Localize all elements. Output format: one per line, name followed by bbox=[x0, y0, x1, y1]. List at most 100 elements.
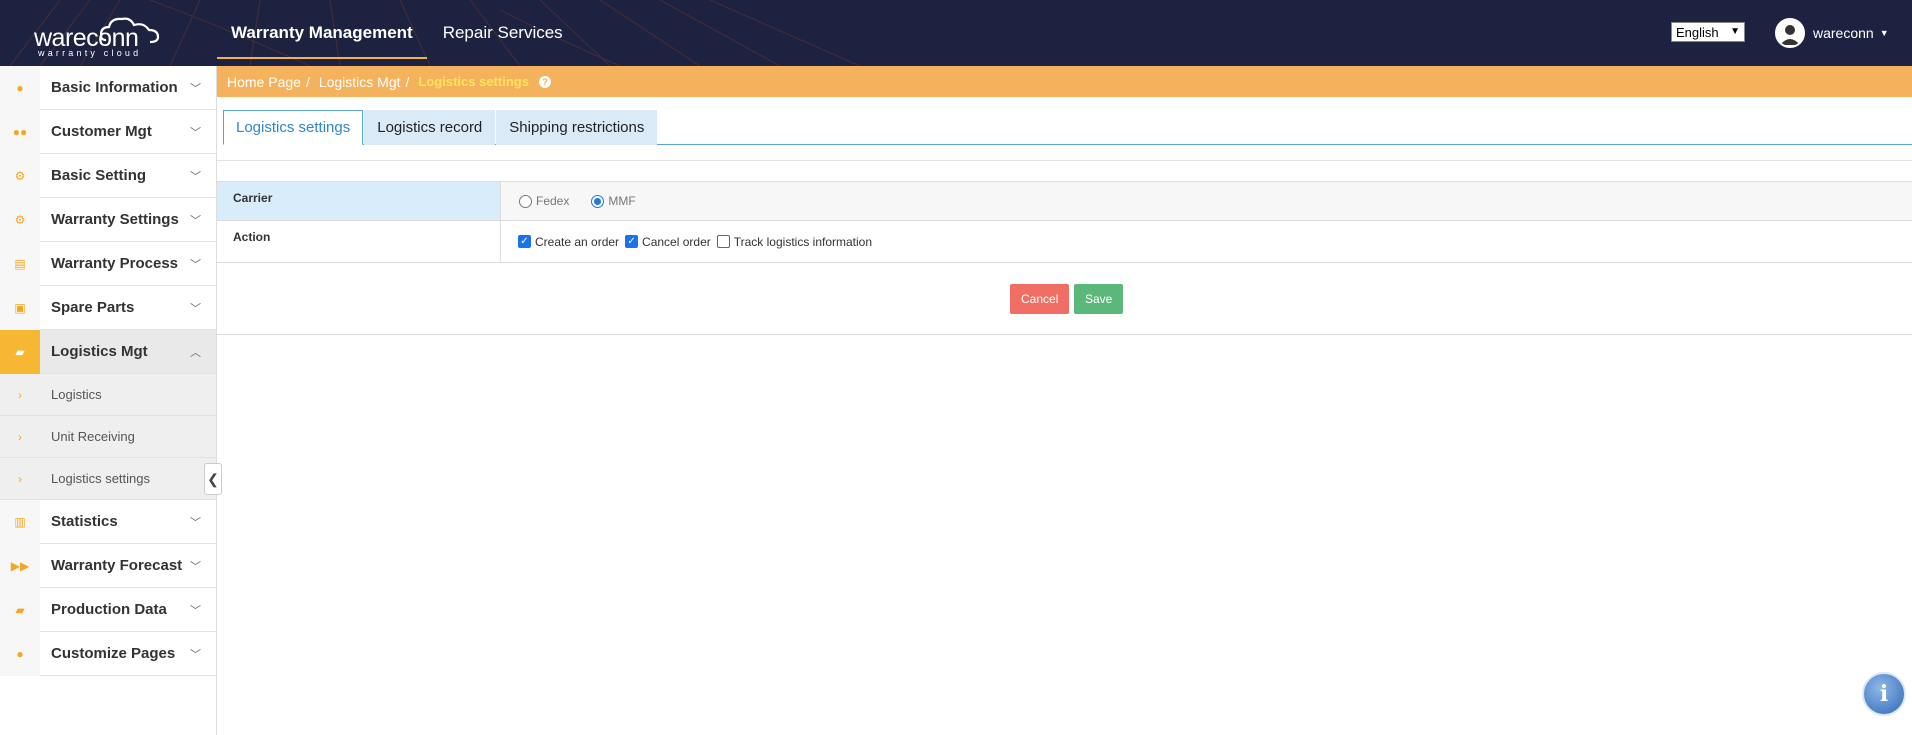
sidebar-item-production-data[interactable]: ▰ Production Data ﹀ bbox=[0, 587, 216, 632]
chevron-down-icon: ﹀ bbox=[190, 303, 201, 315]
breadcrumb-logistics-mgt[interactable]: Logistics Mgt bbox=[319, 74, 401, 90]
logistics-settings-form: Carrier Fedex MMF Action ✓ Create an ord… bbox=[217, 181, 1912, 263]
sidebar-item-label: Warranty Forecast bbox=[51, 557, 183, 574]
chevron-right-icon: › bbox=[18, 429, 22, 444]
sidebar-collapse-button[interactable]: ❮ bbox=[204, 463, 222, 495]
breadcrumb: Home Page / Logistics Mgt / Logistics se… bbox=[217, 66, 1912, 97]
radio-fedex[interactable] bbox=[519, 194, 532, 208]
sidebar-subitem-logistics[interactable]: › Logistics bbox=[0, 374, 216, 416]
chevron-down-icon: ﹀ bbox=[190, 127, 201, 139]
sidebar-item-spare-parts[interactable]: ▣ Spare Parts ﹀ bbox=[0, 285, 216, 330]
carrier-label: Carrier bbox=[217, 182, 501, 220]
cogs-icon: ⚙ bbox=[0, 153, 40, 198]
user-menu[interactable]: wareconn ▼ bbox=[1775, 18, 1889, 48]
nav-repair-services[interactable]: Repair Services bbox=[429, 0, 577, 66]
select-caret-icon: ▼ bbox=[1730, 26, 1740, 37]
language-value: English bbox=[1676, 24, 1719, 40]
sidebar-item-warranty-forecast[interactable]: ▶▶ Warranty Forecast ﹀ bbox=[0, 543, 216, 588]
user-name: wareconn bbox=[1813, 25, 1874, 41]
action-label: Action bbox=[217, 221, 501, 262]
nav-warranty-management[interactable]: Warranty Management bbox=[217, 0, 427, 66]
sidebar-item-label: Spare Parts bbox=[51, 299, 135, 316]
sidebar-subitem-label: Unit Receiving bbox=[51, 429, 135, 444]
sidebar-item-label: Production Data bbox=[51, 601, 167, 618]
sidebar-item-label: Warranty Process bbox=[51, 255, 179, 272]
info-icon[interactable]: i bbox=[1862, 672, 1906, 716]
chevron-right-icon: › bbox=[18, 387, 22, 402]
sidebar-item-customer-mgt[interactable]: ●● Customer Mgt ﹀ bbox=[0, 109, 216, 154]
sidebar-item-customize-pages[interactable]: ● Customize Pages ﹀ bbox=[0, 631, 216, 676]
breadcrumb-separator: / bbox=[305, 73, 310, 90]
action-options: ✓ Create an order ✓ Cancel order Track l… bbox=[501, 221, 1912, 262]
chevron-up-icon: ︿ bbox=[190, 347, 201, 359]
action-create-order[interactable]: ✓ Create an order bbox=[518, 235, 619, 249]
chevron-down-icon: ﹀ bbox=[190, 649, 201, 661]
sidebar-item-logistics-mgt[interactable]: ▰ Logistics Mgt ︿ bbox=[0, 329, 216, 374]
form-actions: Cancel Save bbox=[217, 264, 1912, 335]
sidebar-item-label: Basic Information bbox=[51, 79, 178, 96]
carrier-options: Fedex MMF bbox=[501, 182, 1912, 220]
radio-mmf[interactable] bbox=[591, 194, 605, 208]
sidebar-item-label: Basic Setting bbox=[51, 167, 147, 184]
chevron-down-icon: ﹀ bbox=[190, 561, 201, 573]
cancel-button[interactable]: Cancel bbox=[1010, 284, 1070, 314]
gear-icon: ⚙ bbox=[0, 197, 40, 242]
document-icon: ▤ bbox=[0, 241, 40, 286]
chevron-down-icon: ﹀ bbox=[190, 171, 201, 183]
breadcrumb-separator: / bbox=[405, 73, 410, 90]
sidebar-subitem-logistics-settings[interactable]: › Logistics settings bbox=[0, 458, 216, 500]
checkbox-label: Create an order bbox=[535, 234, 620, 249]
sidebar-item-label: Customer Mgt bbox=[51, 123, 152, 140]
sidebar-item-basic-information[interactable]: ● Basic Information ﹀ bbox=[0, 65, 216, 110]
checkbox-cancel-order[interactable]: ✓ bbox=[625, 235, 639, 248]
users-icon: ●● bbox=[0, 109, 40, 154]
checkbox-label: Cancel order bbox=[642, 234, 711, 249]
sidebar-item-label: Warranty Settings bbox=[51, 211, 179, 228]
carrier-option-fedex[interactable]: Fedex bbox=[519, 194, 585, 208]
sidebar-item-warranty-settings[interactable]: ⚙ Warranty Settings ﹀ bbox=[0, 197, 216, 242]
sidebar-item-label: Customize Pages bbox=[51, 645, 176, 662]
sidebar: ● Basic Information ﹀ ●● Customer Mgt ﹀ … bbox=[0, 65, 217, 735]
radio-label: MMF bbox=[608, 194, 636, 208]
language-select[interactable]: English ▼ bbox=[1671, 22, 1745, 42]
chevron-down-icon: ﹀ bbox=[190, 517, 201, 529]
logo-tagline: warranty cloud bbox=[38, 48, 142, 58]
checkbox-label: Track logistics information bbox=[733, 234, 873, 249]
checkbox-track-logistics[interactable] bbox=[716, 235, 730, 248]
action-cancel-order[interactable]: ✓ Cancel order bbox=[625, 235, 711, 249]
bar-chart-icon: ▥ bbox=[0, 499, 40, 544]
truck-icon: ▰ bbox=[0, 329, 40, 374]
sidebar-item-statistics[interactable]: ▥ Statistics ﹀ bbox=[0, 499, 216, 544]
divider bbox=[217, 160, 1912, 161]
breadcrumb-current: Logistics settings bbox=[418, 74, 529, 89]
chevron-down-icon: ▼ bbox=[1879, 28, 1889, 38]
action-track-logistics[interactable]: Track logistics information bbox=[716, 234, 873, 249]
truck-icon: ▰ bbox=[0, 587, 40, 632]
sidebar-item-label: Logistics Mgt bbox=[51, 343, 148, 360]
chevron-down-icon: ﹀ bbox=[190, 83, 201, 95]
avatar-icon bbox=[1775, 18, 1805, 48]
breadcrumb-home[interactable]: Home Page bbox=[227, 74, 301, 90]
sidebar-subitem-unit-receiving[interactable]: › Unit Receiving bbox=[0, 416, 216, 458]
briefcase-icon: ▣ bbox=[0, 285, 40, 330]
save-button[interactable]: Save bbox=[1074, 284, 1124, 314]
tab-logistics-record[interactable]: Logistics record bbox=[364, 110, 496, 145]
carrier-row: Carrier Fedex MMF bbox=[217, 182, 1912, 221]
wareconn-logo[interactable]: wareconn warranty cloud bbox=[34, 16, 164, 58]
user-icon: ● bbox=[0, 631, 40, 676]
sidebar-item-basic-setting[interactable]: ⚙ Basic Setting ﹀ bbox=[0, 153, 216, 198]
chevron-left-icon: ❮ bbox=[207, 470, 219, 487]
help-icon[interactable]: ? bbox=[538, 75, 551, 88]
chevron-right-icon: › bbox=[18, 471, 22, 486]
sidebar-item-warranty-process[interactable]: ▤ Warranty Process ﹀ bbox=[0, 241, 216, 286]
chevron-down-icon: ﹀ bbox=[190, 605, 201, 617]
top-header: wareconn warranty cloud Warranty Managem… bbox=[0, 0, 1912, 66]
tab-bar: Logistics settings Logistics record Ship… bbox=[223, 110, 1912, 145]
tab-shipping-restrictions[interactable]: Shipping restrictions bbox=[496, 110, 658, 145]
carrier-option-mmf[interactable]: MMF bbox=[591, 194, 651, 208]
user-icon: ● bbox=[0, 65, 40, 110]
checkbox-create-order[interactable]: ✓ bbox=[518, 235, 531, 248]
radio-label: Fedex bbox=[536, 194, 570, 208]
tab-logistics-settings[interactable]: Logistics settings bbox=[223, 110, 364, 145]
sidebar-subitem-label: Logistics settings bbox=[51, 471, 150, 486]
